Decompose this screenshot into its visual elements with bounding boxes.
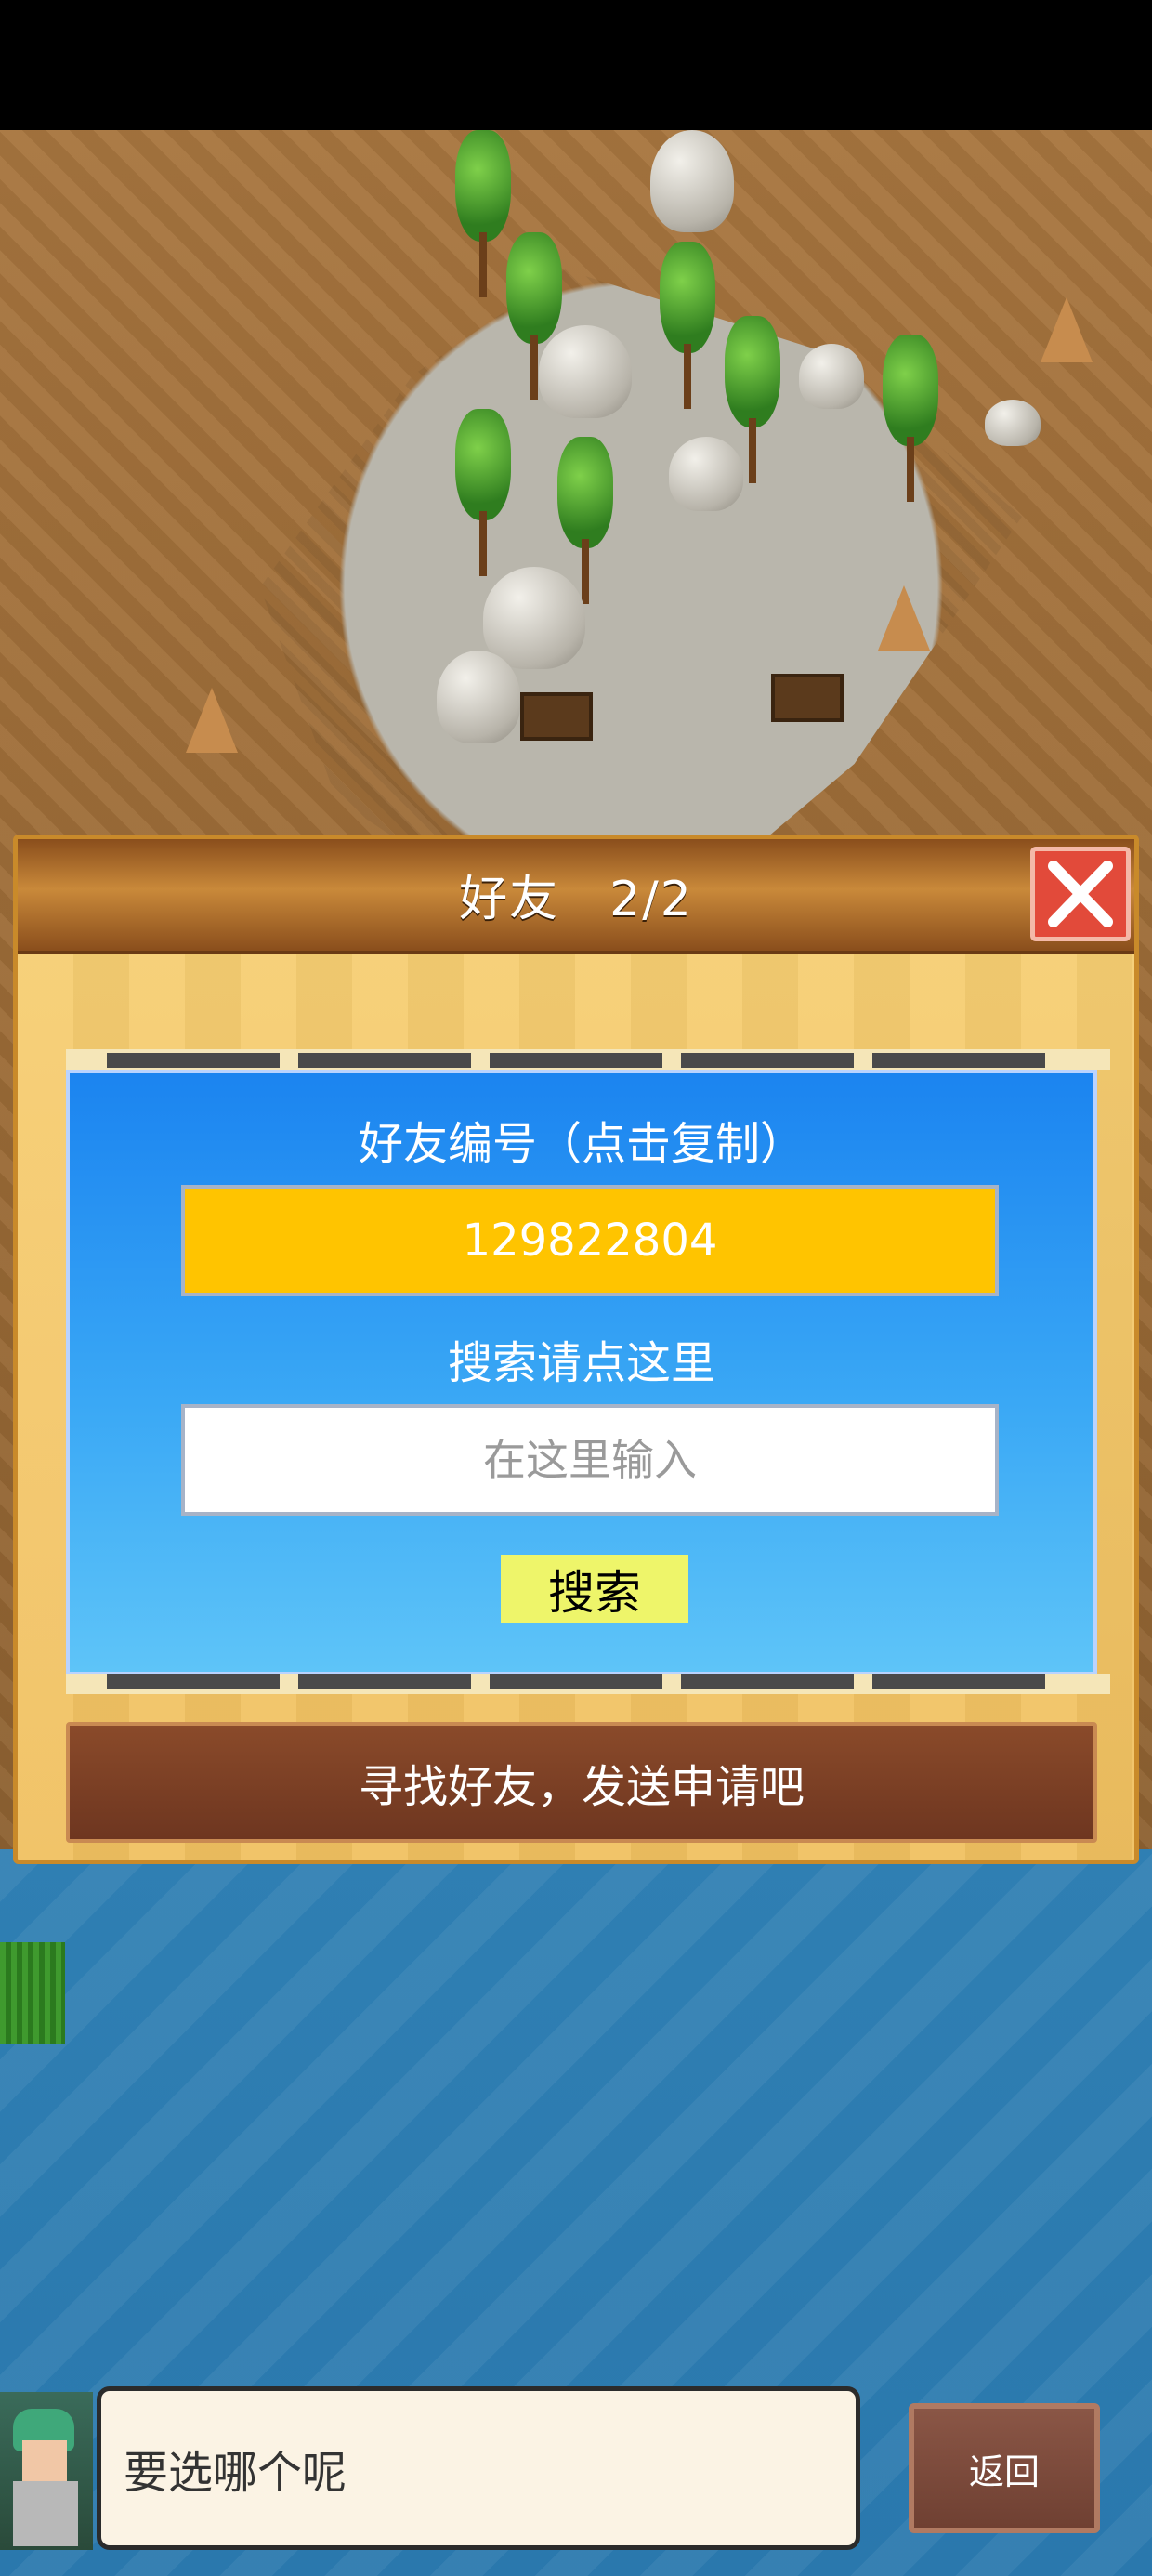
tab-slot (298, 1674, 471, 1689)
friend-code-panel: 好友编号（点击复制） 129822804 搜索请点这里 搜索 (66, 1070, 1097, 1676)
tab-slot (298, 1053, 471, 1068)
tab-slot (490, 1674, 662, 1689)
tab-slot (681, 1053, 854, 1068)
tree (455, 409, 511, 576)
friend-id-copy-box[interactable]: 129822804 (181, 1185, 999, 1296)
find-friends-button[interactable]: 寻找好友，发送申请吧 (66, 1722, 1097, 1843)
tab-slot (681, 1674, 854, 1689)
boulder (483, 567, 585, 669)
tab-slot (107, 1053, 280, 1068)
tab-strip-top (66, 1049, 1110, 1070)
friend-id-label: 好友编号（点击复制） (358, 1118, 805, 1170)
speech-bubble: 要选哪个呢 (97, 2386, 860, 2550)
tree (660, 242, 715, 409)
search-button[interactable]: 搜索 (501, 1555, 688, 1623)
tab-slot (872, 1053, 1045, 1068)
tree (883, 335, 938, 502)
wooden-crate (520, 692, 593, 741)
boulder (985, 400, 1041, 446)
back-button[interactable]: 返回 (909, 2403, 1100, 2533)
close-button[interactable] (1030, 847, 1131, 941)
boulder (650, 130, 734, 232)
dirt-mound (1041, 297, 1093, 362)
boulder (669, 437, 743, 511)
friend-search-input[interactable] (181, 1404, 999, 1516)
dirt-mound (186, 688, 238, 753)
tab-strip-bottom (66, 1674, 1110, 1694)
dirt-mound (878, 585, 930, 651)
dialog-title: 好友 2/2 (459, 872, 693, 927)
tab-slot (490, 1053, 662, 1068)
close-x-icon (1048, 861, 1113, 927)
boulder (799, 344, 864, 409)
search-hint-label: 搜索请点这里 (447, 1337, 715, 1389)
boulder (437, 651, 520, 743)
reed-patch (0, 1942, 65, 2044)
advisor-avatar (0, 2392, 93, 2550)
tab-slot (107, 1674, 280, 1689)
dialog-header: 好友 2/2 (18, 839, 1134, 954)
friends-dialog: 好友 2/2 好友编号（点击复制） 129822804 搜索请点这里 搜索 寻找… (13, 835, 1139, 1864)
tab-slot (872, 1674, 1045, 1689)
top-black-bar (0, 0, 1152, 130)
boulder (539, 325, 632, 418)
tree (455, 130, 511, 297)
wooden-crate (771, 674, 844, 722)
